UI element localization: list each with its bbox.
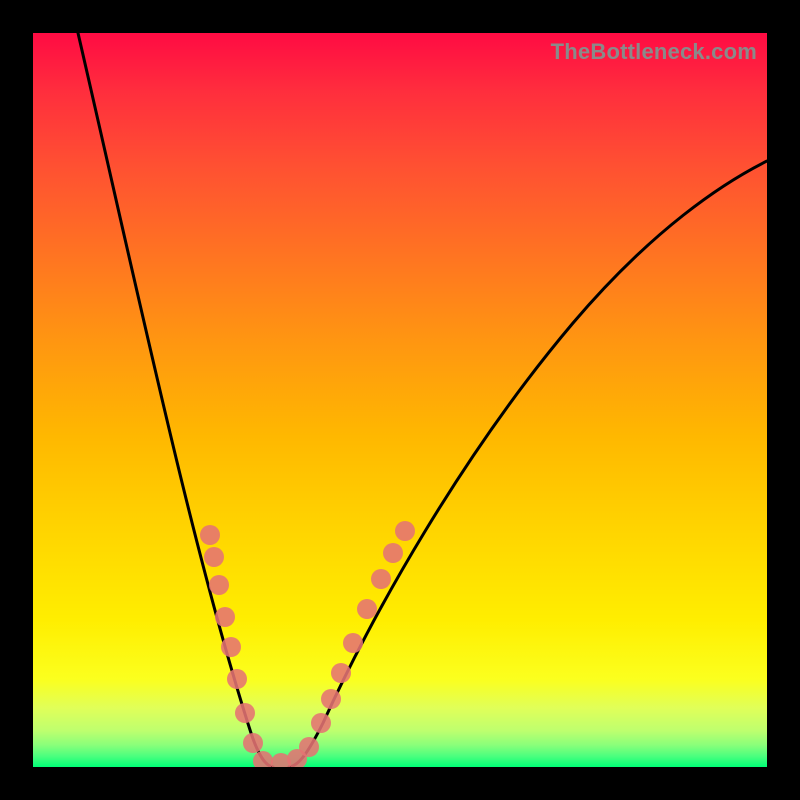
data-dot xyxy=(200,525,220,545)
data-dot xyxy=(371,569,391,589)
data-dot xyxy=(221,637,241,657)
data-dot xyxy=(383,543,403,563)
data-dot xyxy=(357,599,377,619)
data-dot xyxy=(395,521,415,541)
data-dot xyxy=(235,703,255,723)
left-curve xyxy=(78,33,273,767)
data-dot xyxy=(343,633,363,653)
data-dot xyxy=(209,575,229,595)
right-curve xyxy=(289,161,767,767)
data-dot xyxy=(204,547,224,567)
data-dot xyxy=(311,713,331,733)
data-dot xyxy=(215,607,235,627)
data-dot xyxy=(331,663,351,683)
data-dot xyxy=(253,751,273,767)
plot-area: TheBottleneck.com xyxy=(33,33,767,767)
data-dot xyxy=(321,689,341,709)
data-dot xyxy=(299,737,319,757)
chart-frame: TheBottleneck.com xyxy=(0,0,800,800)
data-dot xyxy=(227,669,247,689)
dots-group xyxy=(200,521,415,767)
data-dot xyxy=(243,733,263,753)
curves-svg xyxy=(33,33,767,767)
